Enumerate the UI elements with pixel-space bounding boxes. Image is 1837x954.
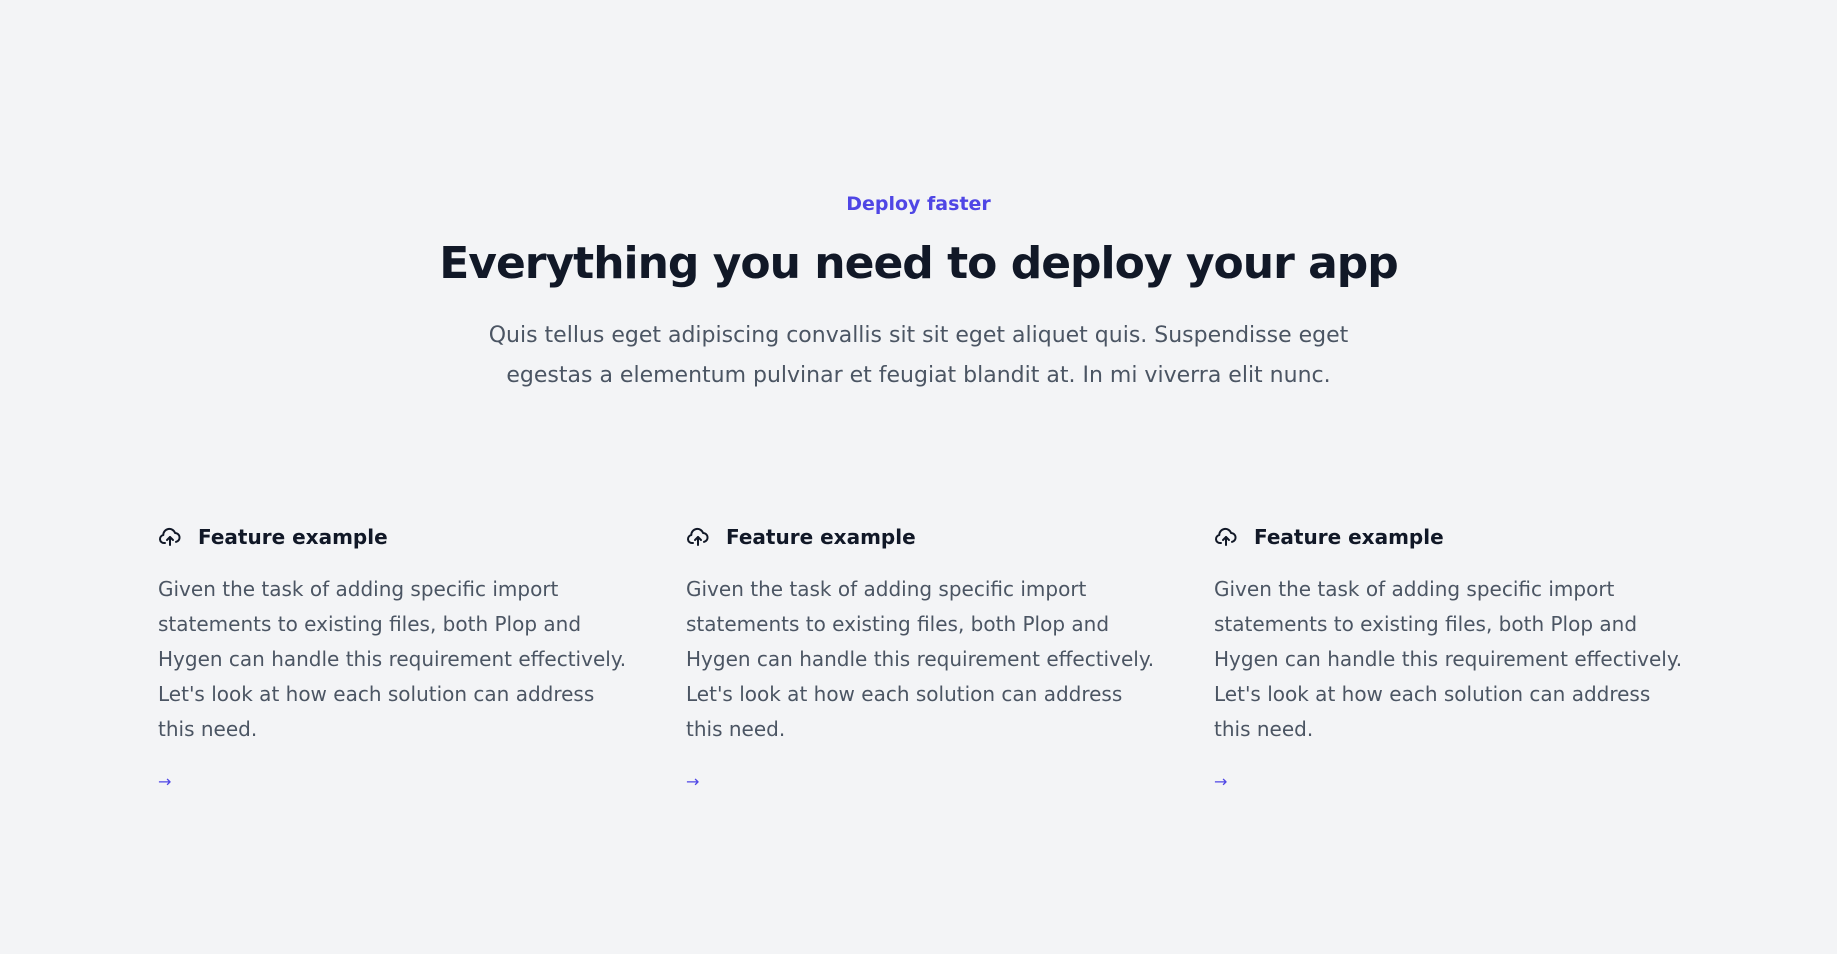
feature-title: Feature example xyxy=(1254,525,1444,549)
feature-link-arrow[interactable]: → xyxy=(686,770,699,794)
feature-title: Feature example xyxy=(726,525,916,549)
feature-link-arrow[interactable]: → xyxy=(1214,770,1227,794)
cloud-upload-icon xyxy=(1214,525,1238,549)
feature-card: Feature example Given the task of adding… xyxy=(686,522,1162,792)
cloud-upload-icon xyxy=(158,525,182,549)
feature-section: Deploy faster Everything you need to dep… xyxy=(0,0,1837,954)
features-grid: Feature example Given the task of adding… xyxy=(158,522,1682,792)
feature-card: Feature example Given the task of adding… xyxy=(1214,522,1690,792)
cloud-upload-icon xyxy=(686,525,710,549)
feature-title: Feature example xyxy=(198,525,388,549)
feature-description: Given the task of adding specific import… xyxy=(158,577,627,741)
feature-link-arrow[interactable]: → xyxy=(158,770,171,794)
feature-description: Given the task of adding specific import… xyxy=(686,577,1155,741)
feature-card: Feature example Given the task of adding… xyxy=(158,522,634,792)
feature-description: Given the task of adding specific import… xyxy=(1214,577,1683,741)
hero-header: Deploy faster Everything you need to dep… xyxy=(0,190,1837,396)
feature-title-row: Feature example xyxy=(1214,522,1690,552)
page-title: Everything you need to deploy your app xyxy=(439,238,1399,289)
feature-title-row: Feature example xyxy=(158,522,634,552)
feature-title-row: Feature example xyxy=(686,522,1162,552)
eyebrow-text: Deploy faster xyxy=(846,193,991,215)
hero-description: Quis tellus eget adipiscing convallis si… xyxy=(488,323,1349,388)
